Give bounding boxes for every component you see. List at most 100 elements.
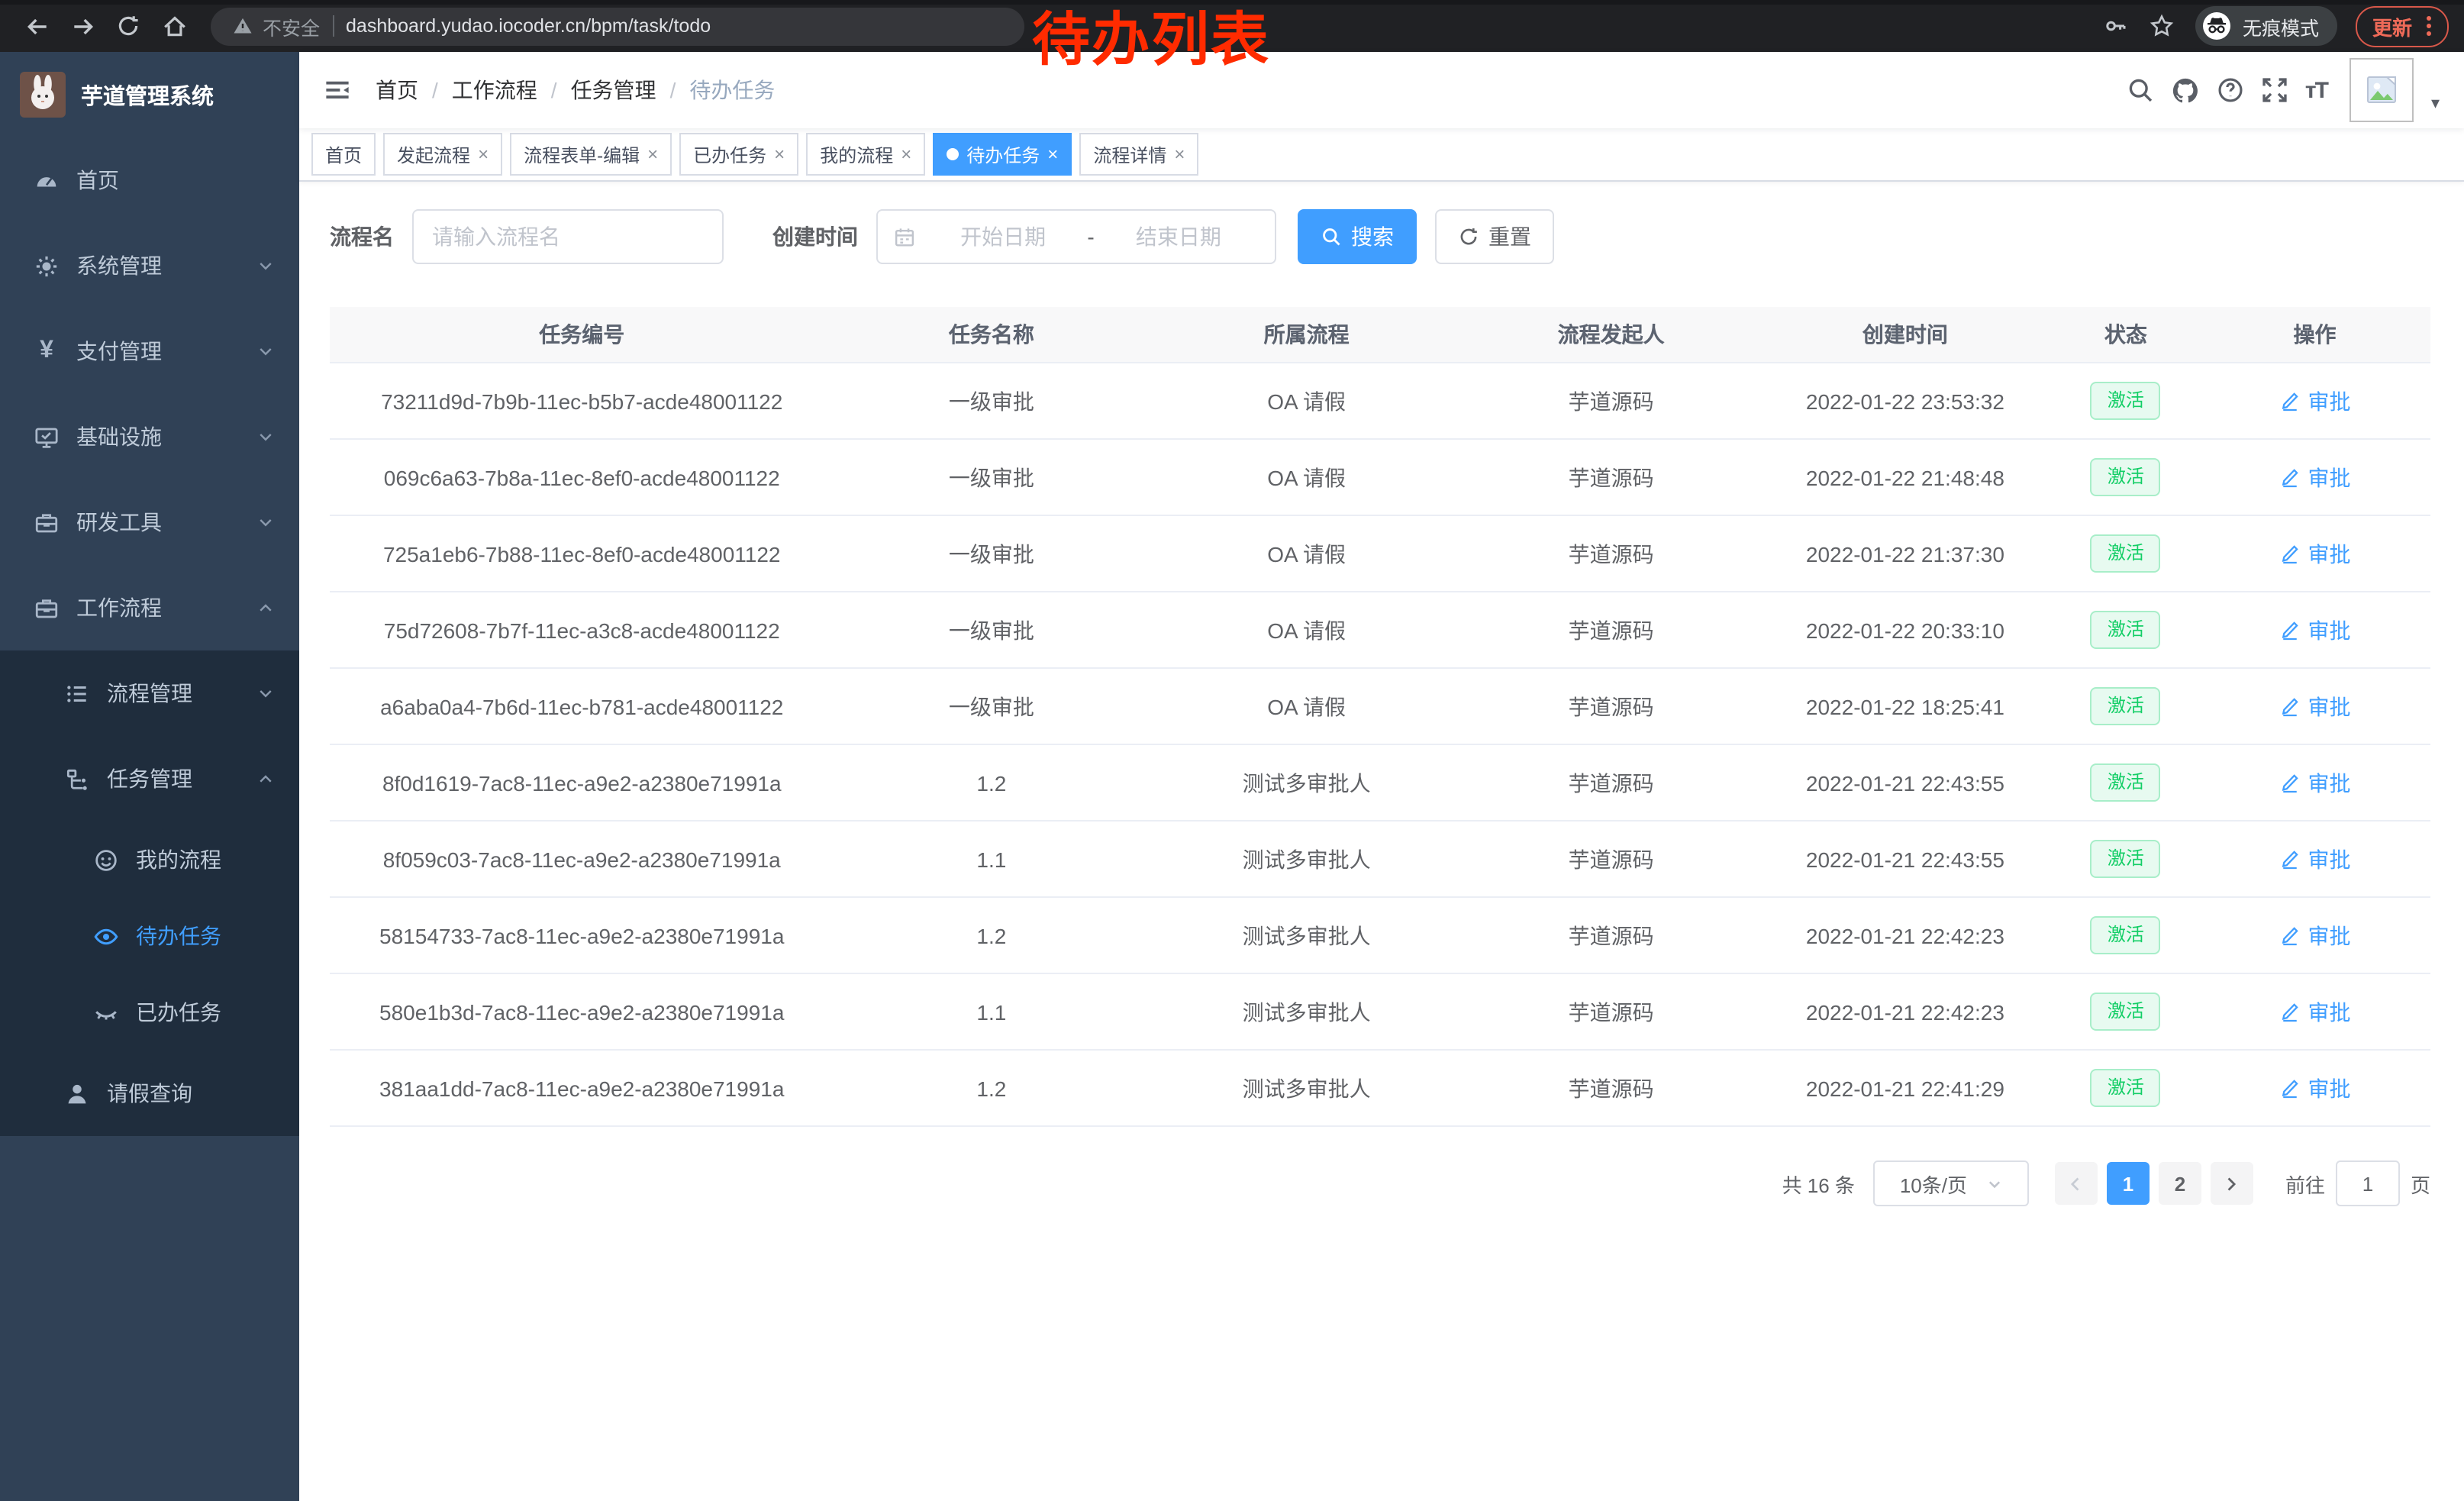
- table-row: 58154733-7ac8-11ec-a9e2-a2380e71991a1.2测…: [330, 898, 2430, 974]
- approve-link[interactable]: 审批: [2279, 844, 2351, 874]
- table-row: a6aba0a4-7b6d-11ec-b781-acde48001122一级审批…: [330, 669, 2430, 745]
- status-cell: 激活: [2053, 458, 2200, 496]
- sidebar-item[interactable]: 我的流程: [0, 822, 299, 898]
- close-icon[interactable]: ×: [901, 145, 911, 163]
- goto-page-input[interactable]: 1: [2336, 1160, 2400, 1206]
- tab-item[interactable]: 发起流程×: [383, 133, 502, 176]
- help-icon[interactable]: [2217, 76, 2244, 104]
- reset-button[interactable]: 重置: [1435, 209, 1554, 264]
- sidebar-item[interactable]: ¥支付管理: [0, 308, 299, 394]
- table-row: 75d72608-7b7f-11ec-a3c8-acde48001122一级审批…: [330, 592, 2430, 669]
- process-name-input[interactable]: 请输入流程名: [412, 209, 724, 264]
- sidebar-item[interactable]: 基础设施: [0, 394, 299, 479]
- actions-cell: 审批: [2199, 538, 2430, 569]
- tab-item[interactable]: 流程详情×: [1079, 133, 1198, 176]
- reload-icon[interactable]: [107, 5, 150, 47]
- update-button[interactable]: 更新: [2356, 5, 2449, 47]
- close-icon[interactable]: ×: [774, 145, 785, 163]
- approve-link[interactable]: 审批: [2279, 462, 2351, 492]
- starter-cell: 芋道源码: [1464, 920, 1758, 951]
- sidebar-item[interactable]: 首页: [0, 137, 299, 223]
- forward-icon[interactable]: [61, 5, 104, 47]
- actions-cell: 审批: [2199, 996, 2430, 1027]
- home-icon[interactable]: [153, 5, 195, 47]
- insecure-badge[interactable]: 不安全: [232, 11, 320, 40]
- face-icon: [93, 847, 119, 873]
- approve-link[interactable]: 审批: [2279, 920, 2351, 951]
- eye-icon: [93, 923, 119, 949]
- sidebar-item[interactable]: 研发工具: [0, 479, 299, 565]
- tab-active[interactable]: 待办任务×: [933, 133, 1072, 176]
- calendar-icon: [893, 225, 916, 248]
- approve-link[interactable]: 审批: [2279, 767, 2351, 798]
- search-button-icon: [1321, 226, 1342, 247]
- status-badge: 激活: [2091, 1069, 2161, 1107]
- incognito-badge: 无痕模式: [2195, 6, 2337, 46]
- chevron-down-icon: [256, 342, 275, 360]
- sidebar-item[interactable]: 工作流程: [0, 565, 299, 650]
- actions-cell: 审批: [2199, 920, 2430, 951]
- star-icon[interactable]: [2140, 5, 2183, 47]
- next-page-button[interactable]: [2211, 1162, 2253, 1205]
- avatar[interactable]: [2350, 58, 2414, 122]
- close-icon[interactable]: ×: [478, 145, 489, 163]
- sidebar-collapse-icon[interactable]: [324, 76, 351, 104]
- menu-dots-icon[interactable]: [2426, 14, 2432, 38]
- approve-link[interactable]: 审批: [2279, 538, 2351, 569]
- task-id-cell: 75d72608-7b7f-11ec-a3c8-acde48001122: [330, 618, 834, 642]
- close-icon[interactable]: ×: [647, 145, 658, 163]
- sidebar-item[interactable]: 请假查询: [0, 1051, 299, 1136]
- date-range-input[interactable]: 开始日期 - 结束日期: [876, 209, 1276, 264]
- breadcrumb-home[interactable]: 首页: [376, 75, 418, 105]
- tab-item[interactable]: 已办任务×: [679, 133, 798, 176]
- task-name-cell: 1.2: [834, 1076, 1149, 1100]
- logo[interactable]: 芋道管理系统: [0, 52, 299, 137]
- status-badge: 激活: [2091, 763, 2161, 802]
- approve-link[interactable]: 审批: [2279, 996, 2351, 1027]
- url-bar[interactable]: 不安全 dashboard.yudao.iocoder.cn/bpm/task/…: [211, 7, 1024, 45]
- fontsize-icon[interactable]: тT: [2305, 77, 2327, 103]
- tab-item[interactable]: 首页: [311, 133, 376, 176]
- starter-cell: 芋道源码: [1464, 996, 1758, 1027]
- status-cell: 激活: [2053, 840, 2200, 878]
- sidebar-item[interactable]: 待办任务: [0, 898, 299, 974]
- task-name-cell: 一级审批: [834, 615, 1149, 645]
- sidebar-item-label: 请假查询: [107, 1078, 192, 1109]
- table-row: 069c6a63-7b8a-11ec-8ef0-acde48001122一级审批…: [330, 440, 2430, 516]
- page-size-select[interactable]: 10条/页: [1873, 1160, 2029, 1206]
- page-button-1[interactable]: 1: [2107, 1162, 2150, 1205]
- create-time-cell: 2022-01-22 21:37:30: [1758, 541, 2052, 566]
- prev-page-button[interactable]: [2055, 1162, 2098, 1205]
- chevron-down-icon: [256, 428, 275, 446]
- actions-cell: 审批: [2199, 462, 2430, 492]
- status-badge: 激活: [2091, 687, 2161, 725]
- sidebar-item[interactable]: 已办任务: [0, 974, 299, 1051]
- close-icon[interactable]: ×: [1047, 145, 1058, 163]
- chevron-up-icon: [256, 599, 275, 617]
- approve-link[interactable]: 审批: [2279, 615, 2351, 645]
- approve-link[interactable]: 审批: [2279, 386, 2351, 416]
- tab-item[interactable]: 我的流程×: [806, 133, 925, 176]
- chevron-down-icon: [256, 513, 275, 531]
- search-icon[interactable]: [2127, 76, 2154, 104]
- close-icon[interactable]: ×: [1174, 145, 1185, 163]
- tab-item[interactable]: 流程表单-编辑×: [510, 133, 672, 176]
- back-icon[interactable]: [15, 5, 58, 47]
- sidebar-item[interactable]: 系统管理: [0, 223, 299, 308]
- process-cell: OA 请假: [1149, 462, 1464, 492]
- caret-down-icon[interactable]: ▾: [2431, 92, 2440, 112]
- approve-link[interactable]: 审批: [2279, 691, 2351, 721]
- sidebar-item[interactable]: 任务管理: [0, 736, 299, 822]
- search-button[interactable]: 搜索: [1298, 209, 1417, 264]
- starter-cell: 芋道源码: [1464, 615, 1758, 645]
- col-actions: 操作: [2199, 319, 2430, 350]
- page-button-2[interactable]: 2: [2159, 1162, 2201, 1205]
- github-icon[interactable]: [2171, 76, 2200, 105]
- edit-icon: [2279, 619, 2301, 641]
- approve-link[interactable]: 审批: [2279, 1073, 2351, 1103]
- task-id-cell: 58154733-7ac8-11ec-a9e2-a2380e71991a: [330, 923, 834, 947]
- sidebar-item[interactable]: 流程管理: [0, 650, 299, 736]
- key-icon[interactable]: [2095, 5, 2137, 47]
- fullscreen-icon[interactable]: [2261, 76, 2288, 104]
- task-id-cell: 8f0d1619-7ac8-11ec-a9e2-a2380e71991a: [330, 770, 834, 795]
